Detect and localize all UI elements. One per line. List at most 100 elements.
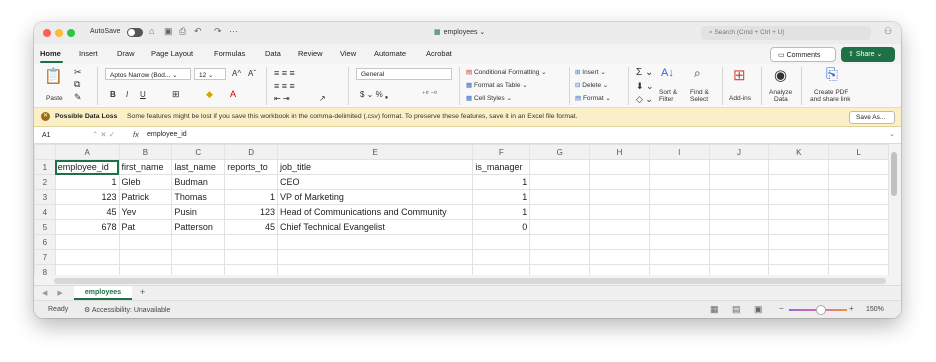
indent-icon[interactable]: ⇤ ⇥ <box>274 94 290 103</box>
more-icon[interactable]: ⋯ <box>229 26 238 37</box>
sort-filter-icon[interactable]: A↓ <box>661 67 674 79</box>
cell-f7[interactable] <box>472 249 531 265</box>
tab-automate[interactable]: Automate <box>374 49 406 58</box>
add-ins-icon[interactable]: ⊞ <box>733 66 746 84</box>
select-all-corner[interactable] <box>34 144 56 160</box>
page-break-view-icon[interactable]: ▣ <box>754 304 763 315</box>
cell-b4[interactable]: Yev <box>118 204 173 220</box>
cell-j6[interactable] <box>708 234 770 250</box>
underline-icon[interactable]: U <box>140 90 146 99</box>
normal-view-icon[interactable]: ▦ <box>710 304 719 315</box>
cell-j7[interactable] <box>708 249 770 265</box>
analyze-data-label[interactable]: Analyze Data <box>769 89 792 103</box>
tab-formulas[interactable]: Formulas <box>214 49 245 58</box>
worksheet-grid[interactable]: ABCDEFGHIJKL 1 employee_id first_name last_… <box>34 144 889 275</box>
insert-cells-button[interactable]: ⊞ Insert ⌄ <box>575 68 606 76</box>
paste-icon[interactable]: 📋 <box>44 67 63 85</box>
add-sheet-icon[interactable]: + <box>140 287 145 297</box>
cell-a4[interactable]: 45 <box>54 204 120 220</box>
cell-k4[interactable] <box>768 204 830 220</box>
cell-l7[interactable] <box>828 249 889 265</box>
cell-i5[interactable] <box>648 219 710 235</box>
column-header-d[interactable]: D <box>224 144 279 160</box>
cell-g7[interactable] <box>529 249 591 265</box>
align-left-icon[interactable]: ≡ ≡ ≡ <box>274 81 295 91</box>
add-ins-label[interactable]: Add-ins <box>729 95 751 102</box>
cell-g3[interactable] <box>529 189 591 205</box>
cell-f4[interactable]: 1 <box>472 204 531 220</box>
cell-h8[interactable] <box>589 264 650 275</box>
font-color-icon[interactable]: A <box>230 89 236 99</box>
cell-j5[interactable] <box>708 219 770 235</box>
minimize-window-button[interactable] <box>55 29 63 37</box>
cell-styles-button[interactable]: ▦ Cell Styles ⌄ <box>466 94 512 102</box>
cell-h7[interactable] <box>589 249 650 265</box>
zoom-window-button[interactable] <box>67 29 75 37</box>
align-top-icon[interactable]: ≡ ≡ ≡ <box>274 68 295 78</box>
cell-f8[interactable] <box>472 264 531 275</box>
share-button[interactable]: ⇪ Share ⌄ <box>841 47 895 62</box>
tab-acrobat[interactable]: Acrobat <box>426 49 452 58</box>
cell-f3[interactable]: 1 <box>472 189 531 205</box>
cell-f6[interactable] <box>472 234 531 250</box>
autosum-icon[interactable]: Σ ⌄ <box>636 67 653 78</box>
column-header-f[interactable]: F <box>472 144 531 160</box>
row-header[interactable]: 1 <box>34 159 56 175</box>
cell-i2[interactable] <box>648 174 710 190</box>
cell-i7[interactable] <box>648 249 710 265</box>
cell-l5[interactable] <box>828 219 889 235</box>
sort-filter-label[interactable]: Sort & Filter <box>659 89 677 103</box>
cell-d7[interactable] <box>224 249 279 265</box>
cell-k3[interactable] <box>768 189 830 205</box>
delete-cells-button[interactable]: ⊟ Delete ⌄ <box>575 81 608 89</box>
cell-l1[interactable] <box>828 159 889 175</box>
cell-a2[interactable]: 1 <box>54 174 120 190</box>
print-icon[interactable]: ⎙ <box>179 26 186 37</box>
cell-g1[interactable] <box>529 159 591 175</box>
cell-b2[interactable]: Gleb <box>118 174 173 190</box>
cell-h1[interactable] <box>589 159 650 175</box>
row-header[interactable]: 4 <box>34 204 56 220</box>
cell-l2[interactable] <box>828 174 889 190</box>
cell-l6[interactable] <box>828 234 889 250</box>
cell-a3[interactable]: 123 <box>54 189 120 205</box>
column-header-k[interactable]: K <box>768 144 830 160</box>
vertical-scrollbar[interactable] <box>891 146 897 275</box>
tab-page-layout[interactable]: Page Layout <box>151 49 193 58</box>
accessibility-status[interactable]: ⚙ Accessibility: Unavailable <box>84 306 170 314</box>
cell-b3[interactable]: Patrick <box>118 189 173 205</box>
cell-e8[interactable] <box>277 264 474 275</box>
cell-d8[interactable] <box>224 264 279 275</box>
cell-a7[interactable] <box>54 249 120 265</box>
copy-icon[interactable]: ⧉ <box>74 79 80 90</box>
cell-a6[interactable] <box>54 234 120 250</box>
cell-h4[interactable] <box>589 204 650 220</box>
formula-input[interactable]: employee_id <box>147 131 187 138</box>
cell-h2[interactable] <box>589 174 650 190</box>
decimal-icon[interactable]: ⁺⁰ ⁻⁰ <box>422 90 437 98</box>
cell-f2[interactable]: 1 <box>472 174 531 190</box>
cell-b1[interactable]: first_name <box>118 159 173 175</box>
cell-d5[interactable]: 45 <box>224 219 279 235</box>
cell-h5[interactable] <box>589 219 650 235</box>
cell-e4[interactable]: Head of Communications and Community <box>277 204 474 220</box>
cell-k1[interactable] <box>768 159 830 175</box>
cell-g8[interactable] <box>529 264 591 275</box>
column-header-e[interactable]: E <box>277 144 474 160</box>
increase-font-icon[interactable]: A^ <box>232 69 241 78</box>
cell-f5[interactable]: 0 <box>472 219 531 235</box>
row-header[interactable]: 6 <box>34 234 56 250</box>
cell-e6[interactable] <box>277 234 474 250</box>
cut-icon[interactable]: ✂ <box>74 67 82 78</box>
zoom-out-icon[interactable]: − <box>779 304 784 313</box>
column-header-j[interactable]: J <box>708 144 770 160</box>
column-header-i[interactable]: I <box>648 144 710 160</box>
cell-d4[interactable]: 123 <box>224 204 279 220</box>
cell-e5[interactable]: Chief Technical Evangelist <box>277 219 474 235</box>
find-icon[interactable]: ⌕ <box>694 66 701 81</box>
cell-l4[interactable] <box>828 204 889 220</box>
vertical-scroll-thumb[interactable] <box>891 152 897 196</box>
cell-a1[interactable]: employee_id <box>54 159 120 175</box>
cell-g4[interactable] <box>529 204 591 220</box>
autosave-toggle[interactable] <box>127 28 143 37</box>
